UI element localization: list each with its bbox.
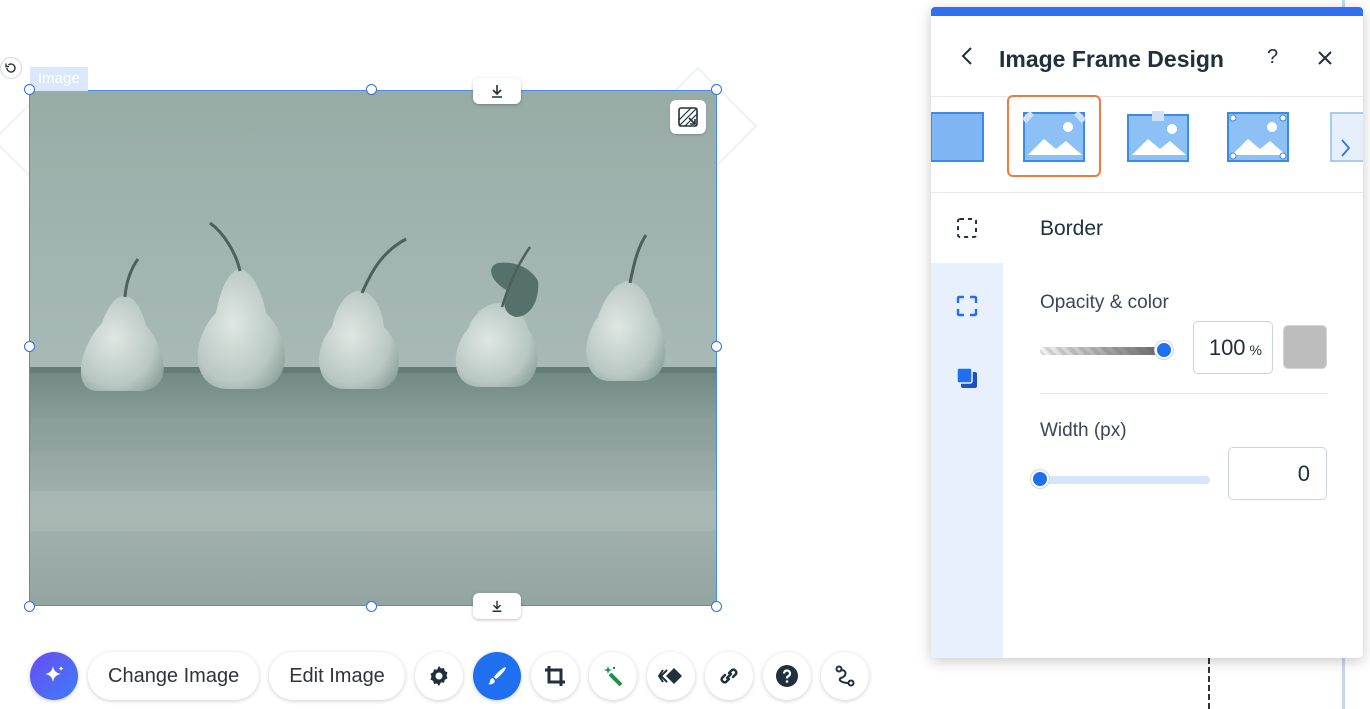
width-input[interactable]: 0 bbox=[1228, 447, 1327, 500]
resize-handle-bottom[interactable] bbox=[366, 601, 377, 612]
close-icon bbox=[1318, 51, 1332, 65]
rail-tab-border[interactable] bbox=[931, 271, 1003, 341]
image-frame-design-panel: Image Frame Design ? Border Opacity & co… bbox=[931, 7, 1363, 658]
close-button[interactable] bbox=[1313, 46, 1337, 70]
ai-tools-button[interactable] bbox=[30, 652, 78, 700]
change-image-button[interactable]: Change Image bbox=[88, 652, 260, 700]
chevron-left-icon bbox=[961, 47, 972, 65]
panel-help-button[interactable]: ? bbox=[1267, 46, 1278, 69]
design-button[interactable] bbox=[472, 652, 521, 700]
connect-button[interactable] bbox=[820, 652, 869, 700]
panel-title: Image Frame Design bbox=[999, 46, 1224, 72]
frame-preset-corners[interactable] bbox=[1022, 111, 1086, 163]
dashed-square-icon bbox=[957, 218, 977, 238]
sparkle-icon bbox=[45, 666, 64, 682]
stretch-icon bbox=[678, 107, 698, 127]
opacity-color-label: Opacity & color bbox=[1040, 292, 1169, 313]
resize-handle-top[interactable] bbox=[366, 84, 377, 95]
resize-handle-top-right[interactable] bbox=[711, 84, 722, 95]
gear-icon bbox=[430, 666, 448, 686]
frames-next-button[interactable] bbox=[1331, 122, 1361, 174]
frame-preset-partial-left[interactable] bbox=[931, 111, 985, 163]
pears-photo bbox=[30, 91, 716, 605]
width-label: Width (px) bbox=[1040, 420, 1127, 441]
element-tag: Image bbox=[30, 67, 88, 91]
enhance-button[interactable] bbox=[588, 652, 637, 700]
panel-drag-bar[interactable] bbox=[931, 7, 1363, 16]
question-icon bbox=[775, 665, 798, 687]
panel-header: Image Frame Design ? bbox=[931, 16, 1363, 97]
section-title: Border bbox=[1040, 217, 1104, 240]
resize-handle-bottom-left[interactable] bbox=[24, 601, 35, 612]
border-corners-icon bbox=[956, 295, 978, 317]
frame-preset-pins[interactable] bbox=[1226, 111, 1290, 163]
magic-wand-icon bbox=[603, 666, 623, 687]
settings-button[interactable] bbox=[414, 652, 463, 700]
border-color-swatch[interactable] bbox=[1283, 325, 1327, 369]
image-toolbar: Change Image Edit Image bbox=[30, 650, 869, 702]
rail-tab-shadow[interactable] bbox=[931, 343, 1003, 413]
download-icon bbox=[492, 85, 502, 98]
opacity-value: 100 bbox=[1208, 334, 1246, 360]
stretch-image-button[interactable] bbox=[670, 100, 706, 134]
section-divider bbox=[1040, 393, 1328, 394]
reset-button[interactable] bbox=[0, 57, 22, 79]
crop-icon bbox=[544, 666, 565, 686]
frame-preset-tape[interactable] bbox=[1126, 111, 1190, 163]
resize-handle-top-left[interactable] bbox=[24, 84, 35, 95]
help-button[interactable] bbox=[762, 652, 811, 700]
opacity-slider-knob[interactable] bbox=[1155, 341, 1173, 359]
link-button[interactable] bbox=[704, 652, 753, 700]
width-slider[interactable] bbox=[1040, 476, 1210, 484]
chevron-right-icon bbox=[1341, 139, 1351, 157]
download-icon bbox=[492, 600, 502, 612]
rotate-icon bbox=[5, 63, 16, 73]
animation-button[interactable] bbox=[646, 652, 695, 700]
path-icon bbox=[835, 665, 855, 687]
resize-handle-right[interactable] bbox=[711, 341, 722, 352]
brush-icon bbox=[487, 667, 506, 685]
edit-image-button[interactable]: Edit Image bbox=[269, 652, 405, 700]
guide-dashed-line bbox=[1208, 658, 1210, 709]
stretch-top-button[interactable] bbox=[473, 78, 521, 104]
stretch-bottom-button[interactable] bbox=[473, 593, 521, 619]
rail-tab-frame[interactable] bbox=[931, 193, 1003, 263]
selected-image[interactable] bbox=[29, 90, 717, 606]
crop-button[interactable] bbox=[530, 652, 579, 700]
shadow-icon bbox=[956, 367, 977, 388]
opacity-slider[interactable] bbox=[1040, 347, 1164, 355]
design-side-rail bbox=[931, 193, 1003, 658]
width-value: 0 bbox=[1297, 460, 1310, 486]
animation-icon bbox=[657, 668, 682, 684]
resize-handle-left[interactable] bbox=[24, 341, 35, 352]
opacity-unit: % bbox=[1249, 341, 1262, 358]
width-slider-knob[interactable] bbox=[1031, 470, 1049, 488]
opacity-input[interactable]: 100 % bbox=[1193, 321, 1273, 374]
link-icon bbox=[720, 668, 738, 684]
resize-handle-bottom-right[interactable] bbox=[711, 601, 722, 612]
back-button[interactable] bbox=[955, 44, 979, 68]
